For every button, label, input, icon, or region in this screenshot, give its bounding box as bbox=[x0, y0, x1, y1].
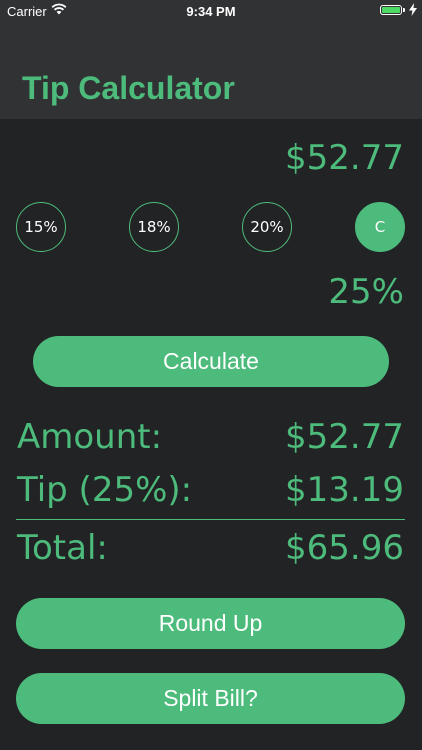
battery-cap bbox=[403, 8, 405, 12]
status-time: 9:34 PM bbox=[186, 4, 236, 19]
charging-bolt-icon bbox=[409, 3, 417, 16]
tip-value: $13.19 bbox=[285, 470, 404, 510]
tip-18-button[interactable]: 18% bbox=[129, 202, 179, 252]
battery-icon bbox=[380, 5, 402, 15]
total-value: $65.96 bbox=[285, 528, 404, 568]
battery-level bbox=[382, 7, 400, 13]
status-bar: Carrier 9:34 PM bbox=[0, 0, 422, 22]
tip-label: Tip (25%): bbox=[17, 470, 193, 510]
tip-20-button[interactable]: 20% bbox=[242, 202, 292, 252]
round-up-button[interactable]: Round Up bbox=[16, 598, 405, 649]
amount-value: $52.77 bbox=[285, 417, 404, 457]
total-divider bbox=[16, 519, 405, 520]
bill-amount-field[interactable]: $52.77 bbox=[285, 138, 404, 178]
page-title: Tip Calculator bbox=[22, 70, 235, 106]
tip-custom-button[interactable]: C bbox=[355, 202, 405, 252]
total-label: Total: bbox=[17, 528, 108, 568]
amount-label: Amount: bbox=[17, 417, 163, 457]
navigation-bar: Carrier 9:34 PM Tip Calculator bbox=[0, 0, 422, 119]
custom-percent-field[interactable]: 25% bbox=[328, 272, 404, 312]
split-bill-button[interactable]: Split Bill? bbox=[16, 673, 405, 724]
calculate-button[interactable]: Calculate bbox=[33, 336, 389, 387]
tip-15-button[interactable]: 15% bbox=[16, 202, 66, 252]
